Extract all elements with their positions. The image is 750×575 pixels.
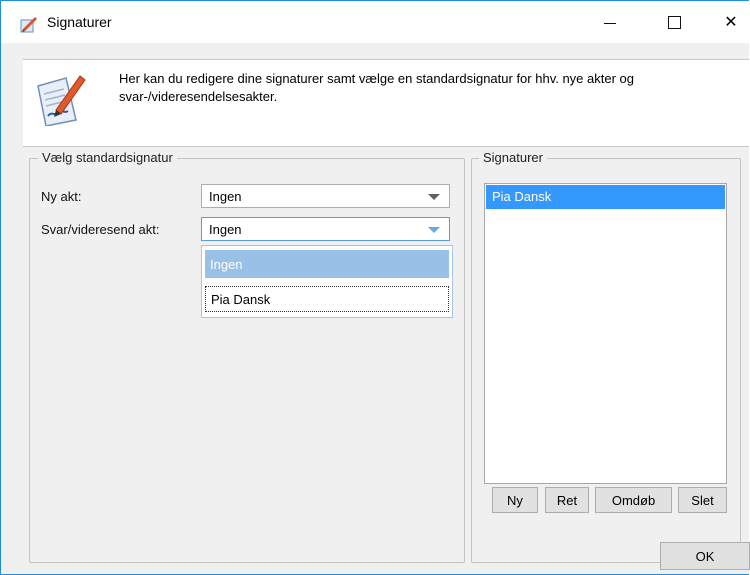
reply-forward-signature-select[interactable]: Ingen — [201, 217, 450, 241]
close-button[interactable]: ✕ — [708, 1, 750, 43]
title-bar[interactable]: Signaturer ✕ — [1, 1, 749, 43]
header-panel: Her kan du redigere dine signaturer samt… — [23, 59, 749, 147]
reply-forward-dropdown-list: Ingen Pia Dansk — [201, 245, 453, 318]
chevron-down-icon — [428, 227, 440, 233]
new-document-label: Ny akt: — [41, 189, 82, 204]
signatures-legend: Signaturer — [479, 150, 547, 165]
signature-pen-icon — [20, 17, 37, 33]
window-title: Signaturer — [47, 14, 112, 30]
edit-signature-button[interactable]: Ret — [545, 487, 589, 513]
new-document-signature-select[interactable]: Ingen — [201, 184, 450, 208]
delete-signature-button[interactable]: Slet — [678, 487, 727, 513]
new-signature-button[interactable]: Ny — [492, 487, 538, 513]
reply-forward-label: Svar/videresend akt: — [41, 222, 160, 237]
ok-button[interactable]: OK — [660, 542, 750, 570]
list-item[interactable]: Pia Dansk — [486, 185, 725, 209]
minimize-icon — [604, 22, 616, 24]
header-description: Her kan du redigere dine signaturer samt… — [119, 71, 634, 104]
standard-signature-legend: Vælg standardsignatur — [38, 150, 177, 165]
minimize-button[interactable] — [587, 1, 633, 43]
maximize-icon — [667, 15, 681, 29]
maximize-button[interactable] — [651, 1, 697, 43]
new-document-signature-value: Ingen — [209, 189, 242, 204]
signatures-list[interactable]: Pia Dansk — [484, 183, 727, 484]
signatures-dialog: Signaturer ✕ Her kan du redigere dine si… — [0, 0, 750, 575]
reply-forward-signature-value: Ingen — [209, 222, 242, 237]
dropdown-option-ingen[interactable]: Ingen — [205, 250, 449, 278]
chevron-down-icon — [428, 194, 440, 200]
signature-document-icon — [37, 75, 86, 126]
rename-signature-button[interactable]: Omdøb — [595, 487, 672, 513]
close-icon: ✕ — [724, 14, 738, 31]
dropdown-option-pia-dansk[interactable]: Pia Dansk — [205, 286, 449, 312]
